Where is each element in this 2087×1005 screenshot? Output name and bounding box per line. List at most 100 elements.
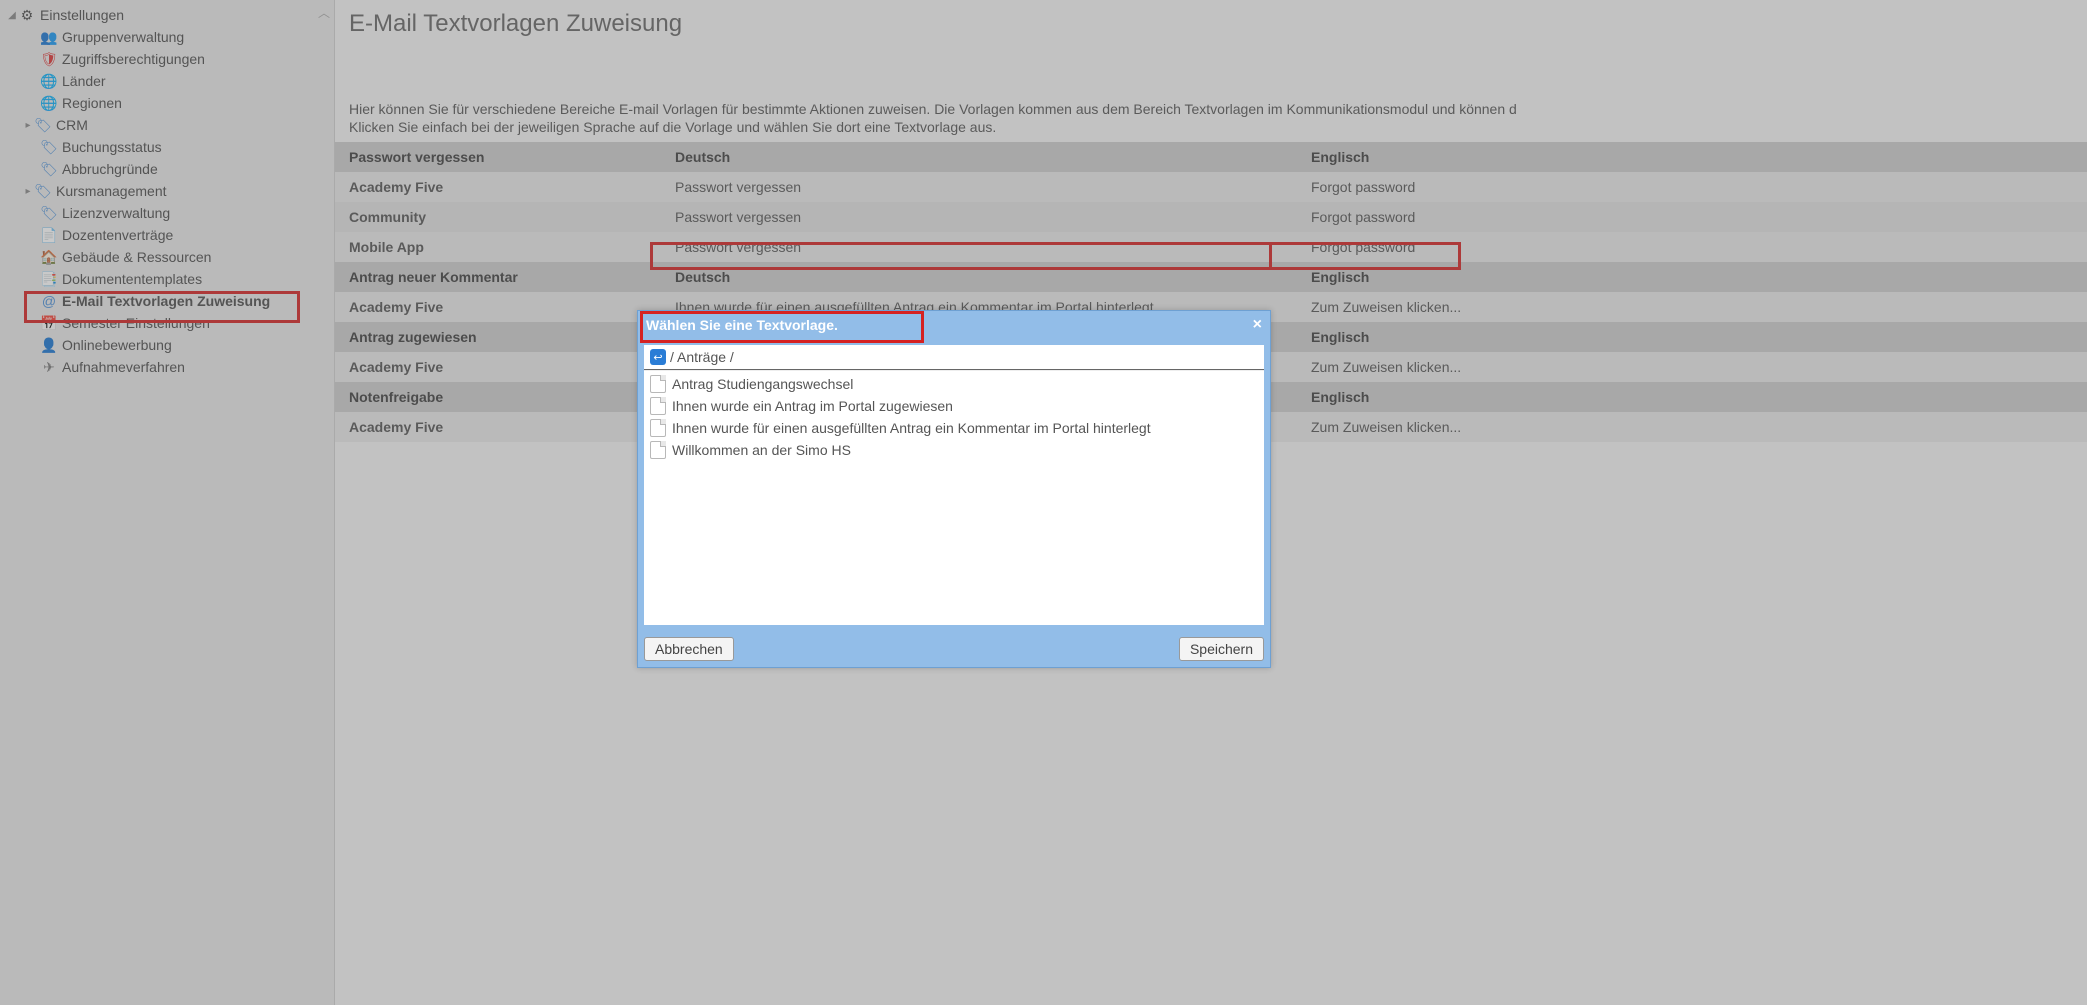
scroll-up-icon[interactable]: ︿: [318, 4, 330, 21]
sidebar-item-label: Zugriffsberechtigungen: [62, 51, 205, 67]
modal-close-button[interactable]: ×: [1253, 317, 1262, 333]
modal-title: Wählen Sie eine Textvorlage.: [646, 317, 838, 333]
item-icon: 🏷: [34, 182, 52, 200]
row-template-de[interactable]: Passwort vergessen: [667, 172, 1303, 202]
sidebar-item-semester-einstellungen[interactable]: 📅Semester Einstellungen: [0, 312, 334, 334]
sidebar-root-einstellungen[interactable]: ◢ ⚙ Einstellungen: [0, 4, 334, 26]
row-template-en[interactable]: Forgot password: [1303, 232, 2087, 262]
sidebar-item-label: Onlinebewerbung: [62, 337, 172, 353]
col-header-de: Deutsch: [667, 142, 1303, 172]
template-item-label: Antrag Studiengangswechsel: [672, 376, 853, 392]
page-desc-line1: Hier können Sie für verschiedene Bereich…: [349, 100, 2087, 118]
page-title: E-Mail Textvorlagen Zuweisung: [349, 10, 2087, 38]
page-desc-line2: Klicken Sie einfach bei der jeweiligen S…: [349, 118, 2087, 136]
row-template-en[interactable]: Zum Zuweisen klicken...: [1303, 292, 2087, 322]
row-template-en[interactable]: Forgot password: [1303, 172, 2087, 202]
section-title: Antrag neuer Kommentar: [335, 262, 667, 292]
row-app: Academy Five: [335, 172, 667, 202]
save-button[interactable]: Speichern: [1179, 637, 1264, 661]
section-title: Antrag zugewiesen: [335, 322, 667, 352]
template-item[interactable]: Ihnen wurde für einen ausgefüllten Antra…: [648, 417, 1260, 439]
sidebar-item-geb-ude-ressourcen[interactable]: 🏠Gebäude & Ressourcen: [0, 246, 334, 268]
sidebar-item-crm[interactable]: ▸🏷CRM: [0, 114, 334, 136]
document-icon: [650, 375, 666, 393]
section-title: Notenfreigabe: [335, 382, 667, 412]
template-list[interactable]: Antrag Studiengangswechsel Ihnen wurde ei…: [644, 370, 1264, 625]
item-icon: 👤: [40, 336, 58, 354]
row-app: Academy Five: [335, 412, 667, 442]
assignment-row: CommunityPasswort vergessenForgot passwo…: [335, 202, 2087, 232]
item-icon: 🛡: [40, 50, 58, 68]
item-icon: 👥: [40, 28, 58, 46]
row-app: Academy Five: [335, 292, 667, 322]
breadcrumb-path: / Anträge /: [670, 349, 734, 365]
sidebar-item-label: Buchungsstatus: [62, 139, 162, 155]
sidebar-item-label: Semester Einstellungen: [62, 315, 210, 331]
back-icon[interactable]: ↩: [650, 349, 666, 365]
item-icon: 🏷: [40, 204, 58, 222]
template-item[interactable]: Ihnen wurde ein Antrag im Portal zugewie…: [648, 395, 1260, 417]
sidebar-item-regionen[interactable]: 🌐Regionen: [0, 92, 334, 114]
sidebar-item-label: CRM: [56, 117, 88, 133]
sidebar-item-onlinebewerbung[interactable]: 👤Onlinebewerbung: [0, 334, 334, 356]
col-header-de: Deutsch: [667, 262, 1303, 292]
sidebar-item-e-mail-textvorlagen-zuweisung[interactable]: @E-Mail Textvorlagen Zuweisung: [0, 290, 334, 312]
sidebar-item-label: Lizenzverwaltung: [62, 205, 170, 221]
sidebar-item-l-nder[interactable]: 🌐Länder: [0, 70, 334, 92]
row-template-de[interactable]: Passwort vergessen: [667, 202, 1303, 232]
row-template-en[interactable]: Zum Zuweisen klicken...: [1303, 352, 2087, 382]
caret-icon: ▸: [22, 186, 34, 197]
template-picker-modal: Wählen Sie eine Textvorlage. × ↩ / Anträ…: [637, 310, 1271, 668]
item-icon: 🌐: [40, 94, 58, 112]
row-template-en[interactable]: Forgot password: [1303, 202, 2087, 232]
document-icon: [650, 397, 666, 415]
sidebar-item-label: Länder: [62, 73, 106, 89]
sidebar-item-label: Dokumententemplates: [62, 271, 202, 287]
sidebar: ︿ ◢ ⚙ Einstellungen 👥Gruppenverwaltung🛡Z…: [0, 0, 335, 1005]
modal-breadcrumb[interactable]: ↩ / Anträge /: [644, 345, 1264, 370]
item-icon: 🏷: [40, 138, 58, 156]
assignment-row: Academy FivePasswort vergessenForgot pas…: [335, 172, 2087, 202]
sidebar-item-dozentenvertr-ge[interactable]: 📄Dozentenverträge: [0, 224, 334, 246]
sidebar-item-gruppenverwaltung[interactable]: 👥Gruppenverwaltung: [0, 26, 334, 48]
item-icon: 📅: [40, 314, 58, 332]
sidebar-root-label: Einstellungen: [40, 7, 124, 23]
sidebar-item-label: Abbruchgründe: [62, 161, 158, 177]
row-app: Mobile App: [335, 232, 667, 262]
sidebar-item-buchungsstatus[interactable]: 🏷Buchungsstatus: [0, 136, 334, 158]
sidebar-item-label: Gruppenverwaltung: [62, 29, 184, 45]
col-header-en: Englisch: [1303, 262, 2087, 292]
gear-icon: ⚙: [18, 6, 36, 24]
sidebar-item-abbruchgr-nde[interactable]: 🏷Abbruchgründe: [0, 158, 334, 180]
sidebar-item-label: E-Mail Textvorlagen Zuweisung: [62, 293, 270, 309]
item-icon: 📑: [40, 270, 58, 288]
sidebar-item-aufnahmeverfahren[interactable]: ✈Aufnahmeverfahren: [0, 356, 334, 378]
sidebar-item-label: Dozentenverträge: [62, 227, 173, 243]
cancel-button[interactable]: Abbrechen: [644, 637, 734, 661]
sidebar-item-lizenzverwaltung[interactable]: 🏷Lizenzverwaltung: [0, 202, 334, 224]
template-item-label: Ihnen wurde für einen ausgefüllten Antra…: [672, 420, 1151, 436]
template-item[interactable]: Antrag Studiengangswechsel: [648, 373, 1260, 395]
sidebar-item-label: Kursmanagement: [56, 183, 167, 199]
sidebar-item-dokumententemplates[interactable]: 📑Dokumententemplates: [0, 268, 334, 290]
sidebar-item-zugriffsberechtigungen[interactable]: 🛡Zugriffsberechtigungen: [0, 48, 334, 70]
template-item[interactable]: Willkommen an der Simo HS: [648, 439, 1260, 461]
item-icon: 🏠: [40, 248, 58, 266]
item-icon: 🏷: [40, 160, 58, 178]
item-icon: ✈: [40, 358, 58, 376]
at-sign-icon: @: [40, 292, 58, 310]
item-icon: 🌐: [40, 72, 58, 90]
row-template-de[interactable]: Passwort vergessen: [667, 232, 1303, 262]
sidebar-item-label: Gebäude & Ressourcen: [62, 249, 211, 265]
document-icon: [650, 419, 666, 437]
row-template-en[interactable]: Zum Zuweisen klicken...: [1303, 412, 2087, 442]
sidebar-item-label: Aufnahmeverfahren: [62, 359, 185, 375]
sidebar-item-kursmanagement[interactable]: ▸🏷Kursmanagement: [0, 180, 334, 202]
template-item-label: Willkommen an der Simo HS: [672, 442, 851, 458]
item-icon: 🏷: [34, 116, 52, 134]
section-title: Passwort vergessen: [335, 142, 667, 172]
row-app: Community: [335, 202, 667, 232]
document-icon: [650, 441, 666, 459]
row-app: Academy Five: [335, 352, 667, 382]
col-header-en: Englisch: [1303, 142, 2087, 172]
